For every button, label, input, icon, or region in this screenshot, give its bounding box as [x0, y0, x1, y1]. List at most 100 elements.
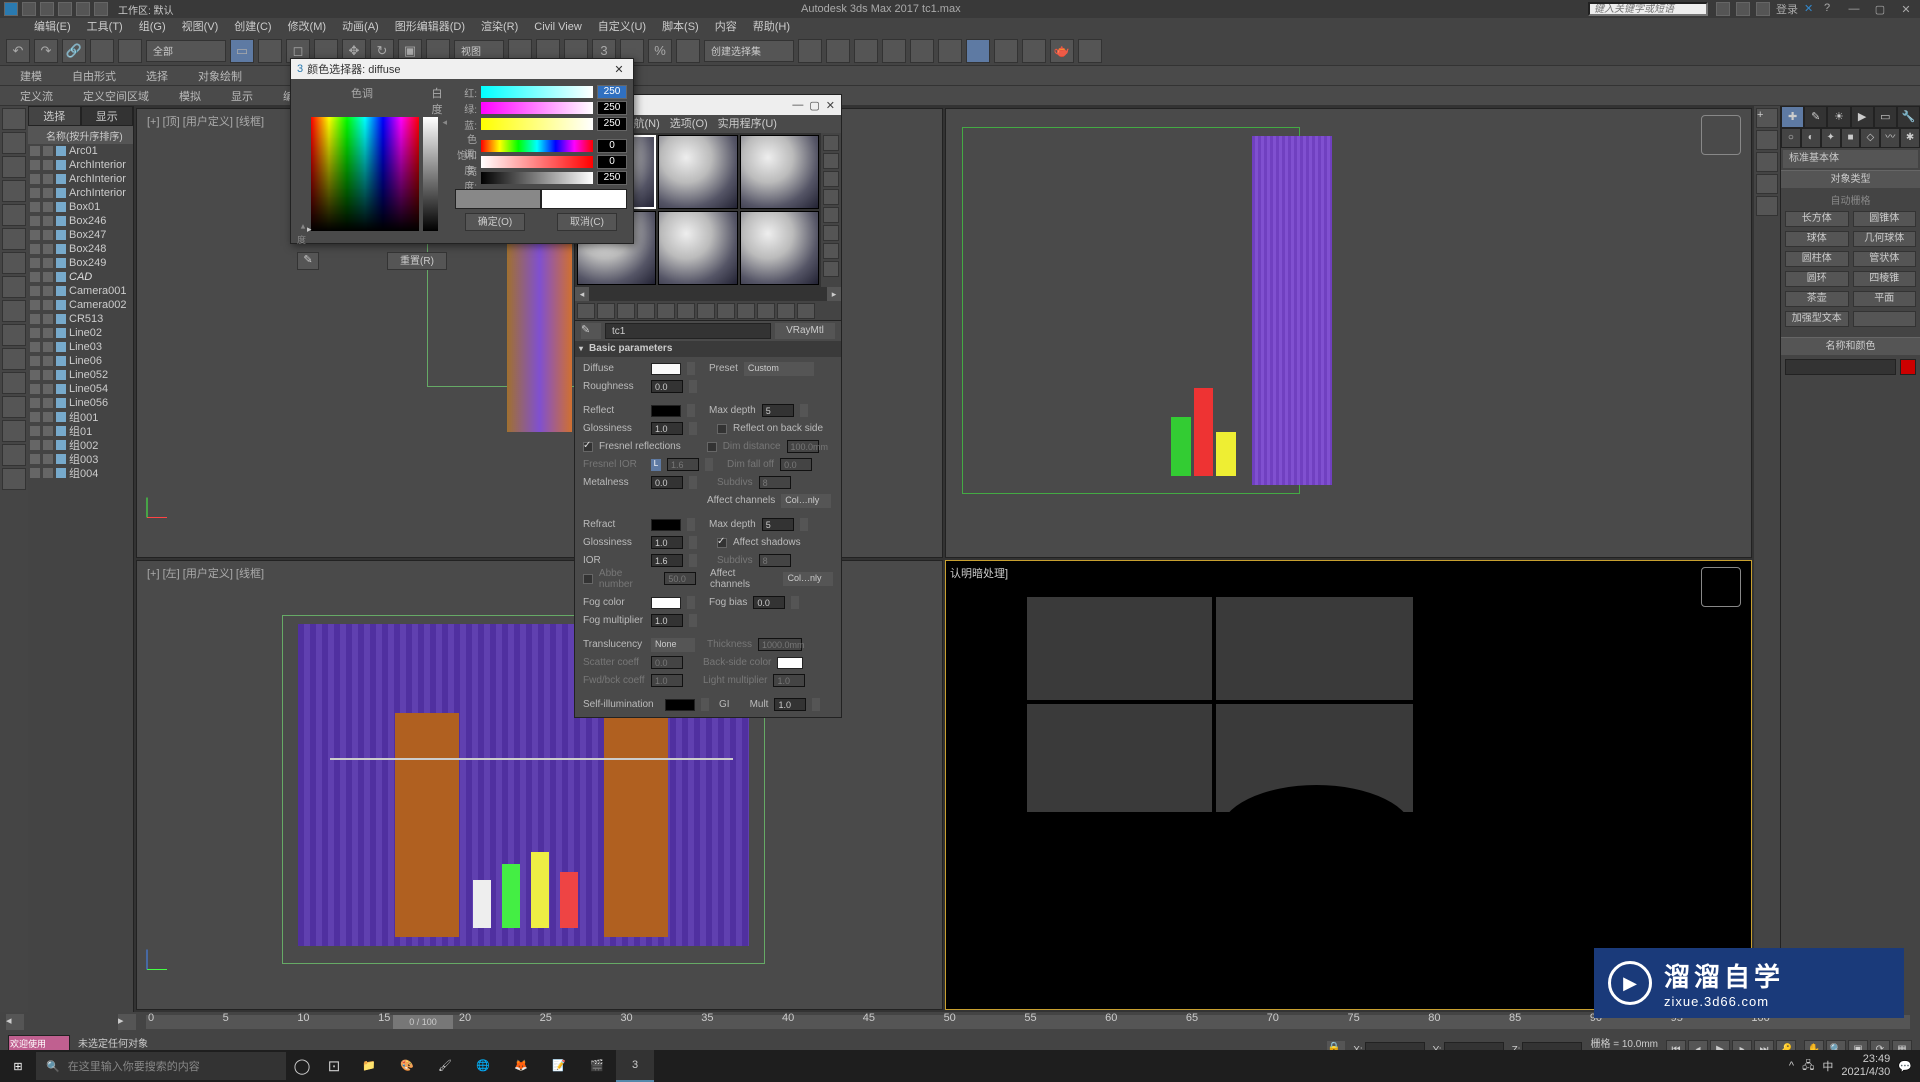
freeze-icon[interactable]: [43, 426, 53, 436]
bind-button[interactable]: [118, 39, 142, 63]
visibility-icon[interactable]: [30, 384, 40, 394]
se-item[interactable]: Line03: [28, 340, 133, 354]
swatch-diffuse[interactable]: [651, 363, 681, 375]
object-color-swatch[interactable]: [1900, 359, 1916, 375]
spin[interactable]: [791, 596, 799, 609]
menu-civil[interactable]: Civil View: [526, 18, 589, 36]
se-item[interactable]: Box248: [28, 242, 133, 256]
ribbon-sub-4[interactable]: 显示: [221, 88, 263, 104]
se-item[interactable]: Line056: [28, 396, 133, 410]
freeze-icon[interactable]: [43, 230, 53, 240]
taskbar-app-edge[interactable]: 🌐: [464, 1050, 502, 1082]
redo-button[interactable]: ↷: [34, 39, 58, 63]
undo-button[interactable]: ↶: [6, 39, 30, 63]
me-sample-slot[interactable]: [740, 211, 819, 285]
curve-editor-button[interactable]: [910, 39, 934, 63]
freeze-icon[interactable]: [43, 328, 53, 338]
selection-filter-dd[interactable]: 全部: [146, 40, 226, 62]
se-tool[interactable]: [2, 420, 26, 442]
rollout-object-type[interactable]: 对象类型: [1781, 170, 1920, 188]
visibility-icon[interactable]: [30, 314, 40, 324]
chk-reflback[interactable]: [717, 424, 727, 434]
taskbar-app-firefox[interactable]: 🦊: [502, 1050, 540, 1082]
cp-h-slider[interactable]: [481, 140, 593, 152]
me-side-tool[interactable]: [823, 261, 839, 277]
spin[interactable]: [812, 698, 820, 711]
visibility-icon[interactable]: [30, 398, 40, 408]
num-metalness[interactable]: 0.0: [651, 476, 683, 489]
user-icon[interactable]: [1756, 2, 1770, 16]
chk-abbe[interactable]: [583, 574, 593, 584]
freeze-icon[interactable]: [43, 370, 53, 380]
freeze-icon[interactable]: [43, 356, 53, 366]
freeze-icon[interactable]: [43, 146, 53, 156]
freeze-icon[interactable]: [43, 300, 53, 310]
tray-clock[interactable]: 23:49 2021/4/30: [1841, 1053, 1890, 1079]
me-min-button[interactable]: —: [792, 99, 803, 112]
named-selset-dd[interactable]: 创建选择集: [704, 40, 794, 62]
me-side-tool[interactable]: [823, 207, 839, 223]
me-sample-slot[interactable]: [658, 135, 737, 209]
se-tool[interactable]: [2, 156, 26, 178]
taskbar-search[interactable]: 🔍 在这里输入你要搜索的内容: [36, 1052, 286, 1080]
maximize-button[interactable]: ▢: [1870, 3, 1890, 16]
menu-view[interactable]: 视图(V): [174, 18, 227, 36]
visibility-icon[interactable]: [30, 160, 40, 170]
menu-edit[interactable]: 编辑(E): [26, 18, 79, 36]
menu-tools[interactable]: 工具(T): [79, 18, 131, 36]
me-sample-slot[interactable]: [740, 135, 819, 209]
undo-qat-icon[interactable]: [76, 2, 90, 16]
new-icon[interactable]: [22, 2, 36, 16]
visibility-icon[interactable]: [30, 356, 40, 366]
se-item[interactable]: ArchInterior: [28, 172, 133, 186]
minimize-button[interactable]: —: [1844, 3, 1864, 15]
workspace-dd[interactable]: 工作区: 默认: [118, 2, 174, 17]
vp-label-persp[interactable]: 认明暗处理]: [950, 565, 1008, 581]
num-maxdepth[interactable]: 5: [762, 404, 794, 417]
visibility-icon[interactable]: [30, 216, 40, 226]
taskbar-app[interactable]: 🖌: [426, 1050, 464, 1082]
visibility-icon[interactable]: [30, 146, 40, 156]
tl-btn[interactable]: ◂: [6, 1014, 24, 1030]
cp-s-input[interactable]: 0: [597, 155, 627, 169]
map-selfillum[interactable]: [701, 698, 709, 711]
tray-notifications-icon[interactable]: 💬: [1898, 1060, 1912, 1073]
rollout-name-color[interactable]: 名称和颜色: [1781, 337, 1920, 355]
cp-ok-button[interactable]: 确定(O): [465, 213, 525, 231]
se-item[interactable]: Line02: [28, 326, 133, 340]
menu-render[interactable]: 渲染(R): [473, 18, 526, 36]
chk-affshadows[interactable]: [717, 538, 727, 548]
spin[interactable]: [800, 518, 808, 531]
cmd-tab-hierarchy[interactable]: ☀: [1827, 106, 1850, 128]
tl-btn[interactable]: ▸: [118, 1014, 136, 1030]
spin[interactable]: [705, 458, 713, 471]
swatch-reflect[interactable]: [651, 405, 681, 417]
visibility-icon[interactable]: [30, 244, 40, 254]
redo-qat-icon[interactable]: [94, 2, 108, 16]
visibility-icon[interactable]: [30, 202, 40, 212]
se-item[interactable]: Box247: [28, 228, 133, 242]
schematic-button[interactable]: [938, 39, 962, 63]
menu-help[interactable]: 帮助(H): [745, 18, 798, 36]
menu-create[interactable]: 创建(C): [226, 18, 279, 36]
me-tool[interactable]: [777, 303, 795, 319]
se-item[interactable]: 组001: [28, 410, 133, 424]
spin[interactable]: [689, 380, 697, 393]
visibility-icon[interactable]: [30, 272, 40, 282]
me-tool[interactable]: [577, 303, 595, 319]
num-ior[interactable]: 1.6: [651, 554, 683, 567]
visibility-icon[interactable]: [30, 258, 40, 268]
map-diffuse[interactable]: [687, 362, 695, 375]
cp-close-button[interactable]: ✕: [611, 63, 627, 76]
login-text[interactable]: 登录: [1776, 1, 1798, 17]
help-search-input[interactable]: [1588, 2, 1708, 16]
cp-v-input[interactable]: 250: [597, 171, 627, 185]
se-tab-select[interactable]: 选择: [28, 106, 81, 126]
info-icon[interactable]: [1716, 2, 1730, 16]
create-primitive-button[interactable]: 圆环: [1785, 271, 1849, 287]
spin[interactable]: [689, 614, 697, 627]
se-tool[interactable]: [2, 180, 26, 202]
me-scroll-left[interactable]: ◂: [575, 287, 589, 301]
ribbon-tab-paint[interactable]: 对象绘制: [188, 68, 252, 84]
se-item[interactable]: 组003: [28, 452, 133, 466]
